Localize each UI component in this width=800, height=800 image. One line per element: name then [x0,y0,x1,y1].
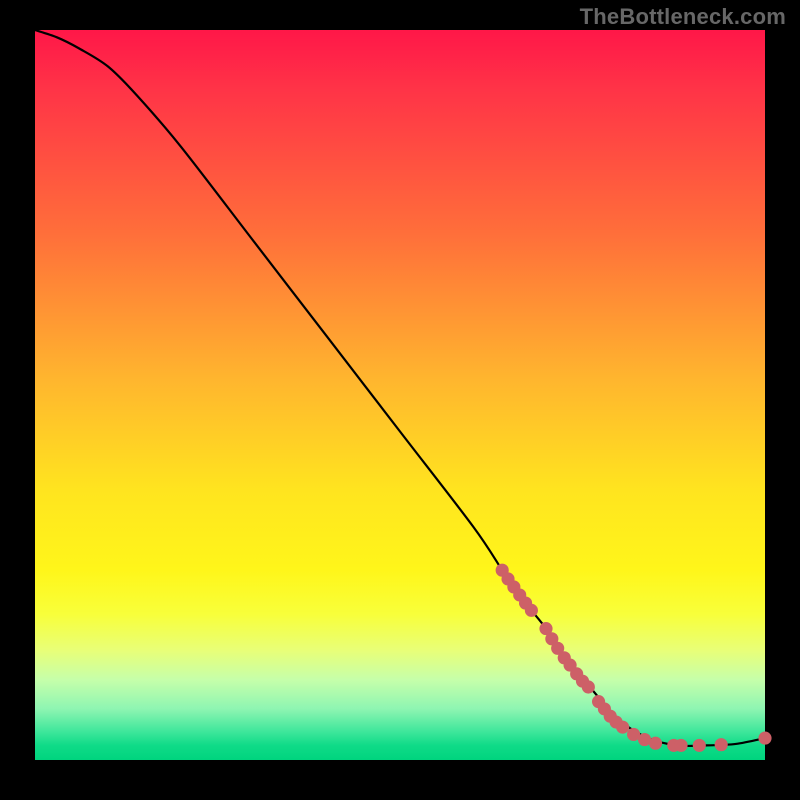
chart-plot-area [35,30,765,760]
chart-marker [693,739,706,752]
chart-marker [616,721,629,734]
chart-marker [674,739,687,752]
chart-svg-layer [35,30,765,760]
chart-marker [525,604,538,617]
watermark-text: TheBottleneck.com [580,4,786,30]
chart-marker [715,738,728,751]
chart-marker [649,737,662,750]
chart-curve [35,30,765,746]
chart-marker [582,680,595,693]
chart-frame: TheBottleneck.com [0,0,800,800]
chart-marker [758,732,771,745]
